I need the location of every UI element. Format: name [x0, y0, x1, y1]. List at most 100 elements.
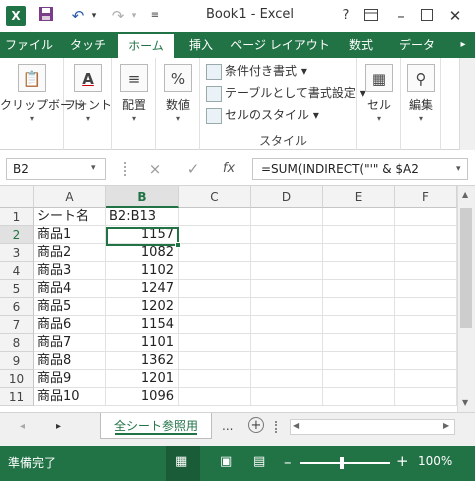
empty-cell[interactable]	[323, 334, 395, 352]
page-break-view-icon[interactable]: ▤	[253, 454, 265, 469]
empty-cell[interactable]	[179, 352, 251, 370]
formula-bar-grip[interactable]	[124, 162, 126, 176]
row-header[interactable]: 3	[0, 244, 34, 262]
undo-dropdown-icon[interactable]: ▾	[88, 6, 100, 26]
cell-b[interactable]: 1202	[106, 298, 179, 316]
redo-dropdown-icon[interactable]: ▾	[128, 6, 140, 26]
empty-cell[interactable]	[251, 316, 323, 334]
cell-a[interactable]: 商品8	[34, 352, 106, 370]
tab-formulas[interactable]: 数式	[336, 32, 386, 58]
row-header[interactable]: 5	[0, 280, 34, 298]
tab-file[interactable]: ファイル	[0, 32, 58, 58]
cell-b[interactable]: 1101	[106, 334, 179, 352]
row-header[interactable]: 4	[0, 262, 34, 280]
column-header-a[interactable]: A	[34, 186, 106, 208]
cell-a[interactable]: 商品2	[34, 244, 106, 262]
empty-cell[interactable]	[395, 316, 457, 334]
cell-a[interactable]: 商品10	[34, 388, 106, 406]
ribbon-scrollbar[interactable]	[459, 58, 475, 150]
editing-group[interactable]: ⚲ 編集 ▾	[401, 58, 441, 150]
empty-cell[interactable]	[323, 226, 395, 244]
cell-b[interactable]: 1082	[106, 244, 179, 262]
name-box[interactable]: B2 ▾	[6, 158, 106, 180]
column-header-b[interactable]: B	[106, 186, 179, 208]
empty-cell[interactable]	[395, 334, 457, 352]
format-as-table-button[interactable]: テーブルとして書式設定 ▾	[206, 84, 366, 102]
row-header[interactable]: 8	[0, 334, 34, 352]
cell-a[interactable]: 商品3	[34, 262, 106, 280]
cell-a[interactable]: シート名	[34, 208, 106, 226]
maximize-icon[interactable]	[418, 6, 436, 26]
row-header[interactable]: 11	[0, 388, 34, 406]
empty-cell[interactable]	[179, 226, 251, 244]
empty-cell[interactable]	[323, 352, 395, 370]
row-header[interactable]: 7	[0, 316, 34, 334]
empty-cell[interactable]	[395, 280, 457, 298]
empty-cell[interactable]	[395, 388, 457, 406]
scroll-down-icon[interactable]: ▼	[462, 398, 468, 407]
empty-cell[interactable]	[323, 280, 395, 298]
empty-cell[interactable]	[395, 226, 457, 244]
tab-touch[interactable]: タッチ	[62, 32, 114, 58]
empty-cell[interactable]	[251, 388, 323, 406]
customize-toolbar-icon[interactable]: ≡	[148, 6, 162, 26]
cell-a[interactable]: 商品7	[34, 334, 106, 352]
empty-cell[interactable]	[395, 208, 457, 226]
sheet-tab-active[interactable]: 全シート参照用	[100, 413, 212, 439]
empty-cell[interactable]	[323, 244, 395, 262]
zoom-out-icon[interactable]: –	[284, 453, 292, 471]
empty-cell[interactable]	[251, 334, 323, 352]
normal-view-icon[interactable]: ▦	[175, 454, 187, 469]
cell-b[interactable]: 1096	[106, 388, 179, 406]
conditional-format-button[interactable]: 条件付き書式 ▾	[206, 62, 307, 80]
row-header[interactable]: 10	[0, 370, 34, 388]
scroll-up-icon[interactable]: ▲	[462, 190, 468, 199]
cancel-icon[interactable]: ×	[146, 159, 164, 179]
empty-cell[interactable]	[179, 298, 251, 316]
cell-a[interactable]: 商品9	[34, 370, 106, 388]
row-header[interactable]: 1	[0, 208, 34, 226]
column-header-c[interactable]: C	[179, 186, 251, 208]
redo-icon[interactable]: ↷	[108, 6, 128, 26]
row-header[interactable]: 9	[0, 352, 34, 370]
empty-cell[interactable]	[251, 208, 323, 226]
add-sheet-icon[interactable]: +	[248, 417, 264, 433]
worksheet-grid[interactable]: A B C D E F 1 シート名 B2:B13 2 商品1 11 5 7 3 商品2 1082 4…	[0, 186, 475, 412]
empty-cell[interactable]	[179, 370, 251, 388]
empty-cell[interactable]	[179, 316, 251, 334]
clipboard-group[interactable]: 📋 クリップボード ▾	[0, 58, 84, 150]
zoom-slider-thumb[interactable]	[340, 457, 344, 469]
row-header[interactable]: 6	[0, 298, 34, 316]
tab-page-layout[interactable]: ページ レイアウト	[228, 32, 332, 58]
column-header-f[interactable]: F	[395, 186, 457, 208]
alignment-group[interactable]: ≡ 配置 ▾	[112, 58, 156, 150]
undo-icon[interactable]: ↶	[68, 6, 88, 26]
cell-b[interactable]: B2:B13	[106, 208, 179, 226]
empty-cell[interactable]	[323, 388, 395, 406]
empty-cell[interactable]	[323, 370, 395, 388]
cell-b[interactable]: 1201	[106, 370, 179, 388]
tab-insert[interactable]: 挿入	[178, 32, 224, 58]
empty-cell[interactable]	[395, 244, 457, 262]
column-header-d[interactable]: D	[251, 186, 323, 208]
minimize-icon[interactable]: –	[392, 6, 410, 26]
cell-a[interactable]: 商品6	[34, 316, 106, 334]
horizontal-scrollbar[interactable]: ◀ ▶	[290, 419, 455, 435]
empty-cell[interactable]	[323, 298, 395, 316]
tab-home[interactable]: ホーム	[118, 34, 174, 58]
scroll-right-icon[interactable]: ▶	[443, 421, 449, 430]
empty-cell[interactable]	[179, 244, 251, 262]
empty-cell[interactable]	[179, 334, 251, 352]
empty-cell[interactable]	[251, 280, 323, 298]
cell-a[interactable]: 商品1	[34, 226, 106, 244]
name-box-dropdown-icon[interactable]: ▾	[91, 163, 96, 173]
zoom-slider-track[interactable]	[300, 462, 390, 464]
empty-cell[interactable]	[251, 352, 323, 370]
tab-scroll-arrow-icon[interactable]: ▸	[456, 32, 470, 58]
zoom-level[interactable]: 100%	[418, 454, 452, 468]
sheet-prev-icon[interactable]: ◂	[20, 421, 25, 432]
select-all-corner[interactable]	[0, 186, 34, 208]
row-header[interactable]: 2	[0, 226, 34, 244]
empty-cell[interactable]	[395, 352, 457, 370]
ribbon-display-icon[interactable]	[362, 6, 380, 26]
